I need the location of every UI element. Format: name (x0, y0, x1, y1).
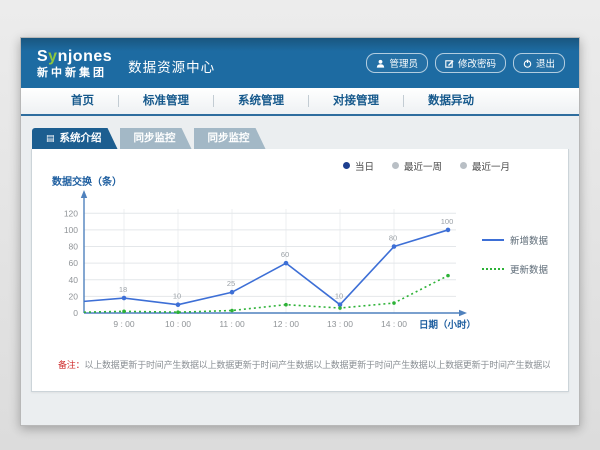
user-icon (376, 59, 385, 68)
x-axis-title: 日期（小时） (419, 319, 476, 331)
svg-text:25: 25 (227, 279, 235, 288)
data-point (446, 274, 450, 278)
app-window: Synjones 新中新集团 数据资源中心 管理员 修改密码 退出 首页标准管理系统… (20, 37, 580, 426)
chart-wrap: 0 20 40 60 80 100 120 数据交换（条） 9 : 00 10 : 00 11 : … (46, 175, 478, 352)
svg-text:100: 100 (441, 217, 454, 226)
nav-item-数据异动[interactable]: 数据异动 (404, 88, 498, 114)
data-point (284, 261, 289, 266)
desktop-background: Synjones 新中新集团 数据资源中心 管理员 修改密码 退出 首页标准管理系统… (0, 0, 600, 450)
data-point (284, 303, 288, 307)
user-action-label: 修改密码 (458, 56, 496, 70)
svg-text:0: 0 (73, 308, 78, 318)
radio-label: 最近一月 (472, 159, 510, 173)
legend-item-新增数据[interactable]: 新增数据 (482, 233, 548, 247)
svg-text:13 : 00: 13 : 00 (327, 319, 353, 329)
brand-name: Synjones (37, 49, 112, 65)
data-point (122, 310, 126, 314)
brand-logo: Synjones 新中新集团 (37, 49, 112, 79)
legend-item-更新数据[interactable]: 更新数据 (482, 262, 548, 276)
user-action-管理员[interactable]: 管理员 (366, 53, 428, 73)
svg-text:14 : 00: 14 : 00 (381, 319, 407, 329)
tab-同步监控[interactable]: 同步监控 (194, 128, 266, 149)
chart-legend: 新增数据更新数据 (482, 233, 548, 352)
user-action-退出[interactable]: 退出 (513, 53, 565, 73)
legend-line-sample (482, 239, 504, 241)
tab-bar: ▤ 系统介绍 同步监控 同步监控 (31, 128, 569, 149)
data-point (446, 228, 451, 233)
radio-最近一月[interactable]: 最近一月 (460, 159, 510, 173)
svg-text:10: 10 (173, 292, 181, 301)
svg-text:80: 80 (69, 242, 79, 252)
svg-text:80: 80 (389, 234, 397, 243)
user-actions: 管理员 修改密码 退出 (366, 53, 565, 73)
tab-系统介绍[interactable]: ▤ 系统介绍 (32, 128, 118, 149)
company-name: 新中新集团 (37, 68, 112, 79)
svg-text:11 : 00: 11 : 00 (219, 319, 245, 329)
content-area: ▤ 系统介绍 同步监控 同步监控 当日 最近一周 最近一月 0 20 40 60 80 100 120… (21, 116, 579, 425)
nav-item-首页[interactable]: 首页 (47, 88, 118, 114)
main-nav: 首页标准管理系统管理对接管理数据异动 (21, 88, 579, 116)
user-action-修改密码[interactable]: 修改密码 (435, 53, 506, 73)
y-axis-title: 数据交换（条） (52, 175, 122, 188)
data-point (392, 301, 396, 305)
user-action-label: 管理员 (389, 56, 418, 70)
svg-text:20: 20 (69, 291, 79, 301)
nav-item-系统管理[interactable]: 系统管理 (214, 88, 308, 114)
data-point (122, 296, 127, 301)
data-point (230, 309, 234, 313)
data-point (176, 302, 181, 307)
edit-icon (445, 59, 454, 68)
data-point (392, 244, 397, 249)
tab-label: 系统介绍 (60, 128, 102, 149)
page-title: 数据资源中心 (128, 56, 215, 76)
x-axis: 9 : 00 10 : 00 11 : 00 12 : 00 13 : 00 14 : 0… (84, 310, 476, 331)
user-action-label: 退出 (536, 56, 555, 70)
svg-text:40: 40 (69, 275, 79, 285)
tab-label: 同步监控 (208, 128, 250, 149)
radio-dot-icon (392, 162, 399, 169)
tab-label: 同步监控 (134, 128, 176, 149)
radio-label: 当日 (355, 159, 374, 173)
svg-text:10 : 00: 10 : 00 (165, 319, 191, 329)
radio-当日[interactable]: 当日 (343, 159, 374, 173)
power-icon (523, 59, 532, 68)
document-icon: ▤ (46, 134, 55, 143)
series-新增数据: 18 10 25 60 10 80 100 (84, 217, 453, 307)
date-range-filters: 当日 最近一周 最近一月 (46, 158, 550, 173)
svg-text:60: 60 (281, 250, 289, 259)
svg-text:120: 120 (64, 208, 78, 218)
grid (84, 209, 456, 313)
footnote: 备注：以上数据更新于时间产生数据以上数据更新于时间产生数据以上数据更新于时间产生… (46, 358, 550, 371)
radio-dot-icon (460, 162, 467, 169)
svg-text:10: 10 (335, 292, 343, 301)
radio-label: 最近一周 (404, 159, 442, 173)
svg-text:100: 100 (64, 225, 78, 235)
legend-label: 更新数据 (510, 262, 548, 276)
footnote-prefix: 备注： (58, 360, 84, 370)
svg-text:60: 60 (69, 258, 79, 268)
data-point (230, 290, 235, 295)
footnote-text: 以上数据更新于时间产生数据以上数据更新于时间产生数据以上数据更新于时间产生数据以… (84, 360, 550, 370)
tab-同步监控[interactable]: 同步监控 (120, 128, 192, 149)
content-panel: 当日 最近一周 最近一月 0 20 40 60 80 100 120 数据交换（条） 9 : 00 1… (31, 149, 569, 392)
radio-最近一周[interactable]: 最近一周 (392, 159, 442, 173)
radio-dot-icon (343, 162, 350, 169)
nav-item-对接管理[interactable]: 对接管理 (309, 88, 403, 114)
legend-label: 新增数据 (510, 233, 548, 247)
svg-text:12 : 00: 12 : 00 (273, 319, 299, 329)
app-header: Synjones 新中新集团 数据资源中心 管理员 修改密码 退出 (21, 38, 579, 88)
chart-section: 0 20 40 60 80 100 120 数据交换（条） 9 : 00 10 : 00 11 : … (46, 175, 550, 352)
data-point (338, 306, 342, 310)
legend-line-sample (482, 268, 504, 270)
nav-item-标准管理[interactable]: 标准管理 (119, 88, 213, 114)
line-chart: 0 20 40 60 80 100 120 数据交换（条） 9 : 00 10 : 00 11 : … (46, 175, 478, 347)
svg-text:9 : 00: 9 : 00 (113, 319, 135, 329)
data-point (176, 310, 180, 314)
svg-text:18: 18 (119, 285, 127, 294)
